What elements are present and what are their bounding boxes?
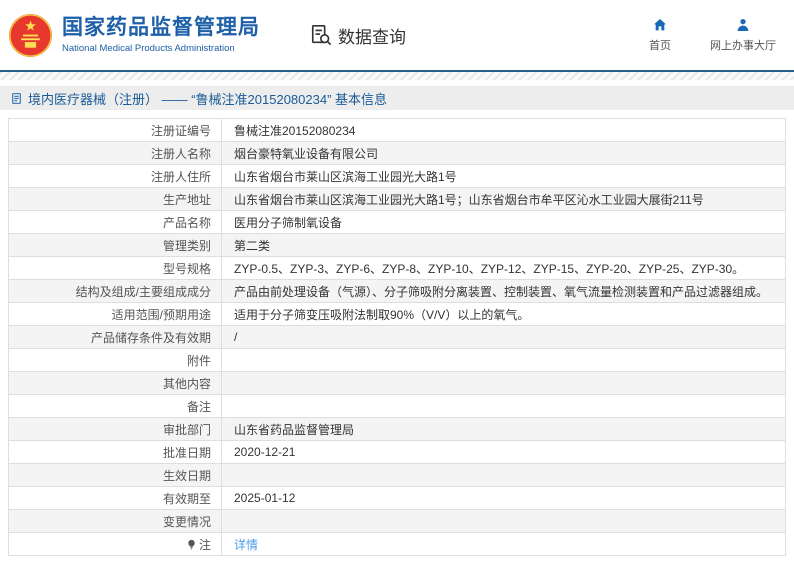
field-label: 备注 (9, 395, 222, 418)
field-label: 适用范围/预期用途 (9, 303, 222, 326)
table-row: 产品储存条件及有效期 / (9, 326, 786, 349)
field-label: 生产地址 (9, 188, 222, 211)
field-label: 管理类别 (9, 234, 222, 257)
agency-brand: 国家药品监督管理局 National Medical Products Admi… (8, 13, 260, 58)
table-row: 注册人名称 烟台豪特氧业设备有限公司 (9, 142, 786, 165)
note-bulb-icon (186, 539, 197, 553)
nav-service-hall[interactable]: 网上办事大厅 (710, 17, 776, 53)
field-value: 产品由前处理设备（气源）、分子筛吸附分离装置、控制装置、氧气流量检测装置和产品过… (222, 280, 786, 303)
field-value (222, 349, 786, 372)
table-row: 有效期至 2025-01-12 (9, 487, 786, 510)
site-header: 国家药品监督管理局 National Medical Products Admi… (0, 0, 794, 70)
table-row: 管理类别 第二类 (9, 234, 786, 257)
table-row: 适用范围/预期用途 适用于分子筛变压吸附法制取90%（V/V）以上的氧气。 (9, 303, 786, 326)
field-value (222, 464, 786, 487)
data-query-icon (310, 24, 332, 46)
table-row: 审批部门 山东省药品监督管理局 (9, 418, 786, 441)
field-label: 注册人名称 (9, 142, 222, 165)
field-label: 产品名称 (9, 211, 222, 234)
field-label: 变更情况 (9, 510, 222, 533)
table-row: 批准日期 2020-12-21 (9, 441, 786, 464)
registration-info-table: 注册证编号 鲁械注准20152080234 注册人名称 烟台豪特氧业设备有限公司… (8, 118, 786, 556)
nav-service-hall-label: 网上办事大厅 (710, 37, 776, 53)
breadcrumb-text: 境内医疗器械（注册） —— “鲁械注准20152080234” 基本信息 (28, 89, 387, 108)
field-value: 2025-01-12 (222, 487, 786, 510)
field-value: 山东省烟台市莱山区滨海工业园光大路1号 (222, 165, 786, 188)
details-link[interactable]: 详情 (234, 538, 258, 552)
field-value (222, 395, 786, 418)
nav-home[interactable]: 首页 (640, 17, 680, 53)
field-label: 有效期至 (9, 487, 222, 510)
user-icon (735, 17, 751, 33)
agency-name-cn: 国家药品监督管理局 (62, 16, 260, 40)
field-value: 详情 (222, 533, 786, 556)
table-row: 产品名称 医用分子筛制氧设备 (9, 211, 786, 234)
data-query-section[interactable]: 数据查询 (310, 23, 406, 48)
header-nav: 首页 网上办事大厅 (640, 17, 776, 53)
field-label: 注 (9, 533, 222, 556)
table-row: 生产地址 山东省烟台市莱山区滨海工业园光大路1号；山东省烟台市牟平区沁水工业园大… (9, 188, 786, 211)
field-label: 审批部门 (9, 418, 222, 441)
field-label: 附件 (9, 349, 222, 372)
field-value (222, 510, 786, 533)
breadcrumb: 境内医疗器械（注册） —— “鲁械注准20152080234” 基本信息 (0, 86, 794, 110)
field-label: 生效日期 (9, 464, 222, 487)
national-emblem-logo (8, 13, 53, 58)
field-value: 2020-12-21 (222, 441, 786, 464)
agency-name-en: National Medical Products Administration (62, 43, 260, 54)
field-value: / (222, 326, 786, 349)
field-label: 注册证编号 (9, 119, 222, 142)
field-label: 其他内容 (9, 372, 222, 395)
field-label: 注册人住所 (9, 165, 222, 188)
table-row: 注册人住所 山东省烟台市莱山区滨海工业园光大路1号 (9, 165, 786, 188)
table-row: 注 详情 (9, 533, 786, 556)
table-row: 注册证编号 鲁械注准20152080234 (9, 119, 786, 142)
table-row: 生效日期 (9, 464, 786, 487)
home-icon (652, 17, 668, 33)
document-icon (10, 92, 23, 105)
data-query-label: 数据查询 (338, 23, 406, 48)
field-label: 型号规格 (9, 257, 222, 280)
agency-name-block: 国家药品监督管理局 National Medical Products Admi… (62, 16, 260, 53)
field-value: 山东省药品监督管理局 (222, 418, 786, 441)
table-row: 备注 (9, 395, 786, 418)
field-value: 烟台豪特氧业设备有限公司 (222, 142, 786, 165)
field-label: 产品储存条件及有效期 (9, 326, 222, 349)
field-value: 第二类 (222, 234, 786, 257)
table-row: 结构及组成/主要组成成分 产品由前处理设备（气源）、分子筛吸附分离装置、控制装置… (9, 280, 786, 303)
field-value: 医用分子筛制氧设备 (222, 211, 786, 234)
note-label: 注 (199, 538, 211, 552)
table-row: 变更情况 (9, 510, 786, 533)
table-row: 其他内容 (9, 372, 786, 395)
field-label: 批准日期 (9, 441, 222, 464)
registration-info-body: 注册证编号 鲁械注准20152080234 注册人名称 烟台豪特氧业设备有限公司… (9, 119, 786, 556)
field-value: ZYP-0.5、ZYP-3、ZYP-6、ZYP-8、ZYP-10、ZYP-12、… (222, 257, 786, 280)
field-value (222, 372, 786, 395)
table-row: 附件 (9, 349, 786, 372)
hatch-strip (0, 72, 794, 80)
field-label: 结构及组成/主要组成成分 (9, 280, 222, 303)
field-value: 适用于分子筛变压吸附法制取90%（V/V）以上的氧气。 (222, 303, 786, 326)
nav-home-label: 首页 (649, 37, 671, 53)
field-value: 山东省烟台市莱山区滨海工业园光大路1号；山东省烟台市牟平区沁水工业园大展街211… (222, 188, 786, 211)
table-row: 型号规格 ZYP-0.5、ZYP-3、ZYP-6、ZYP-8、ZYP-10、ZY… (9, 257, 786, 280)
field-value: 鲁械注准20152080234 (222, 119, 786, 142)
